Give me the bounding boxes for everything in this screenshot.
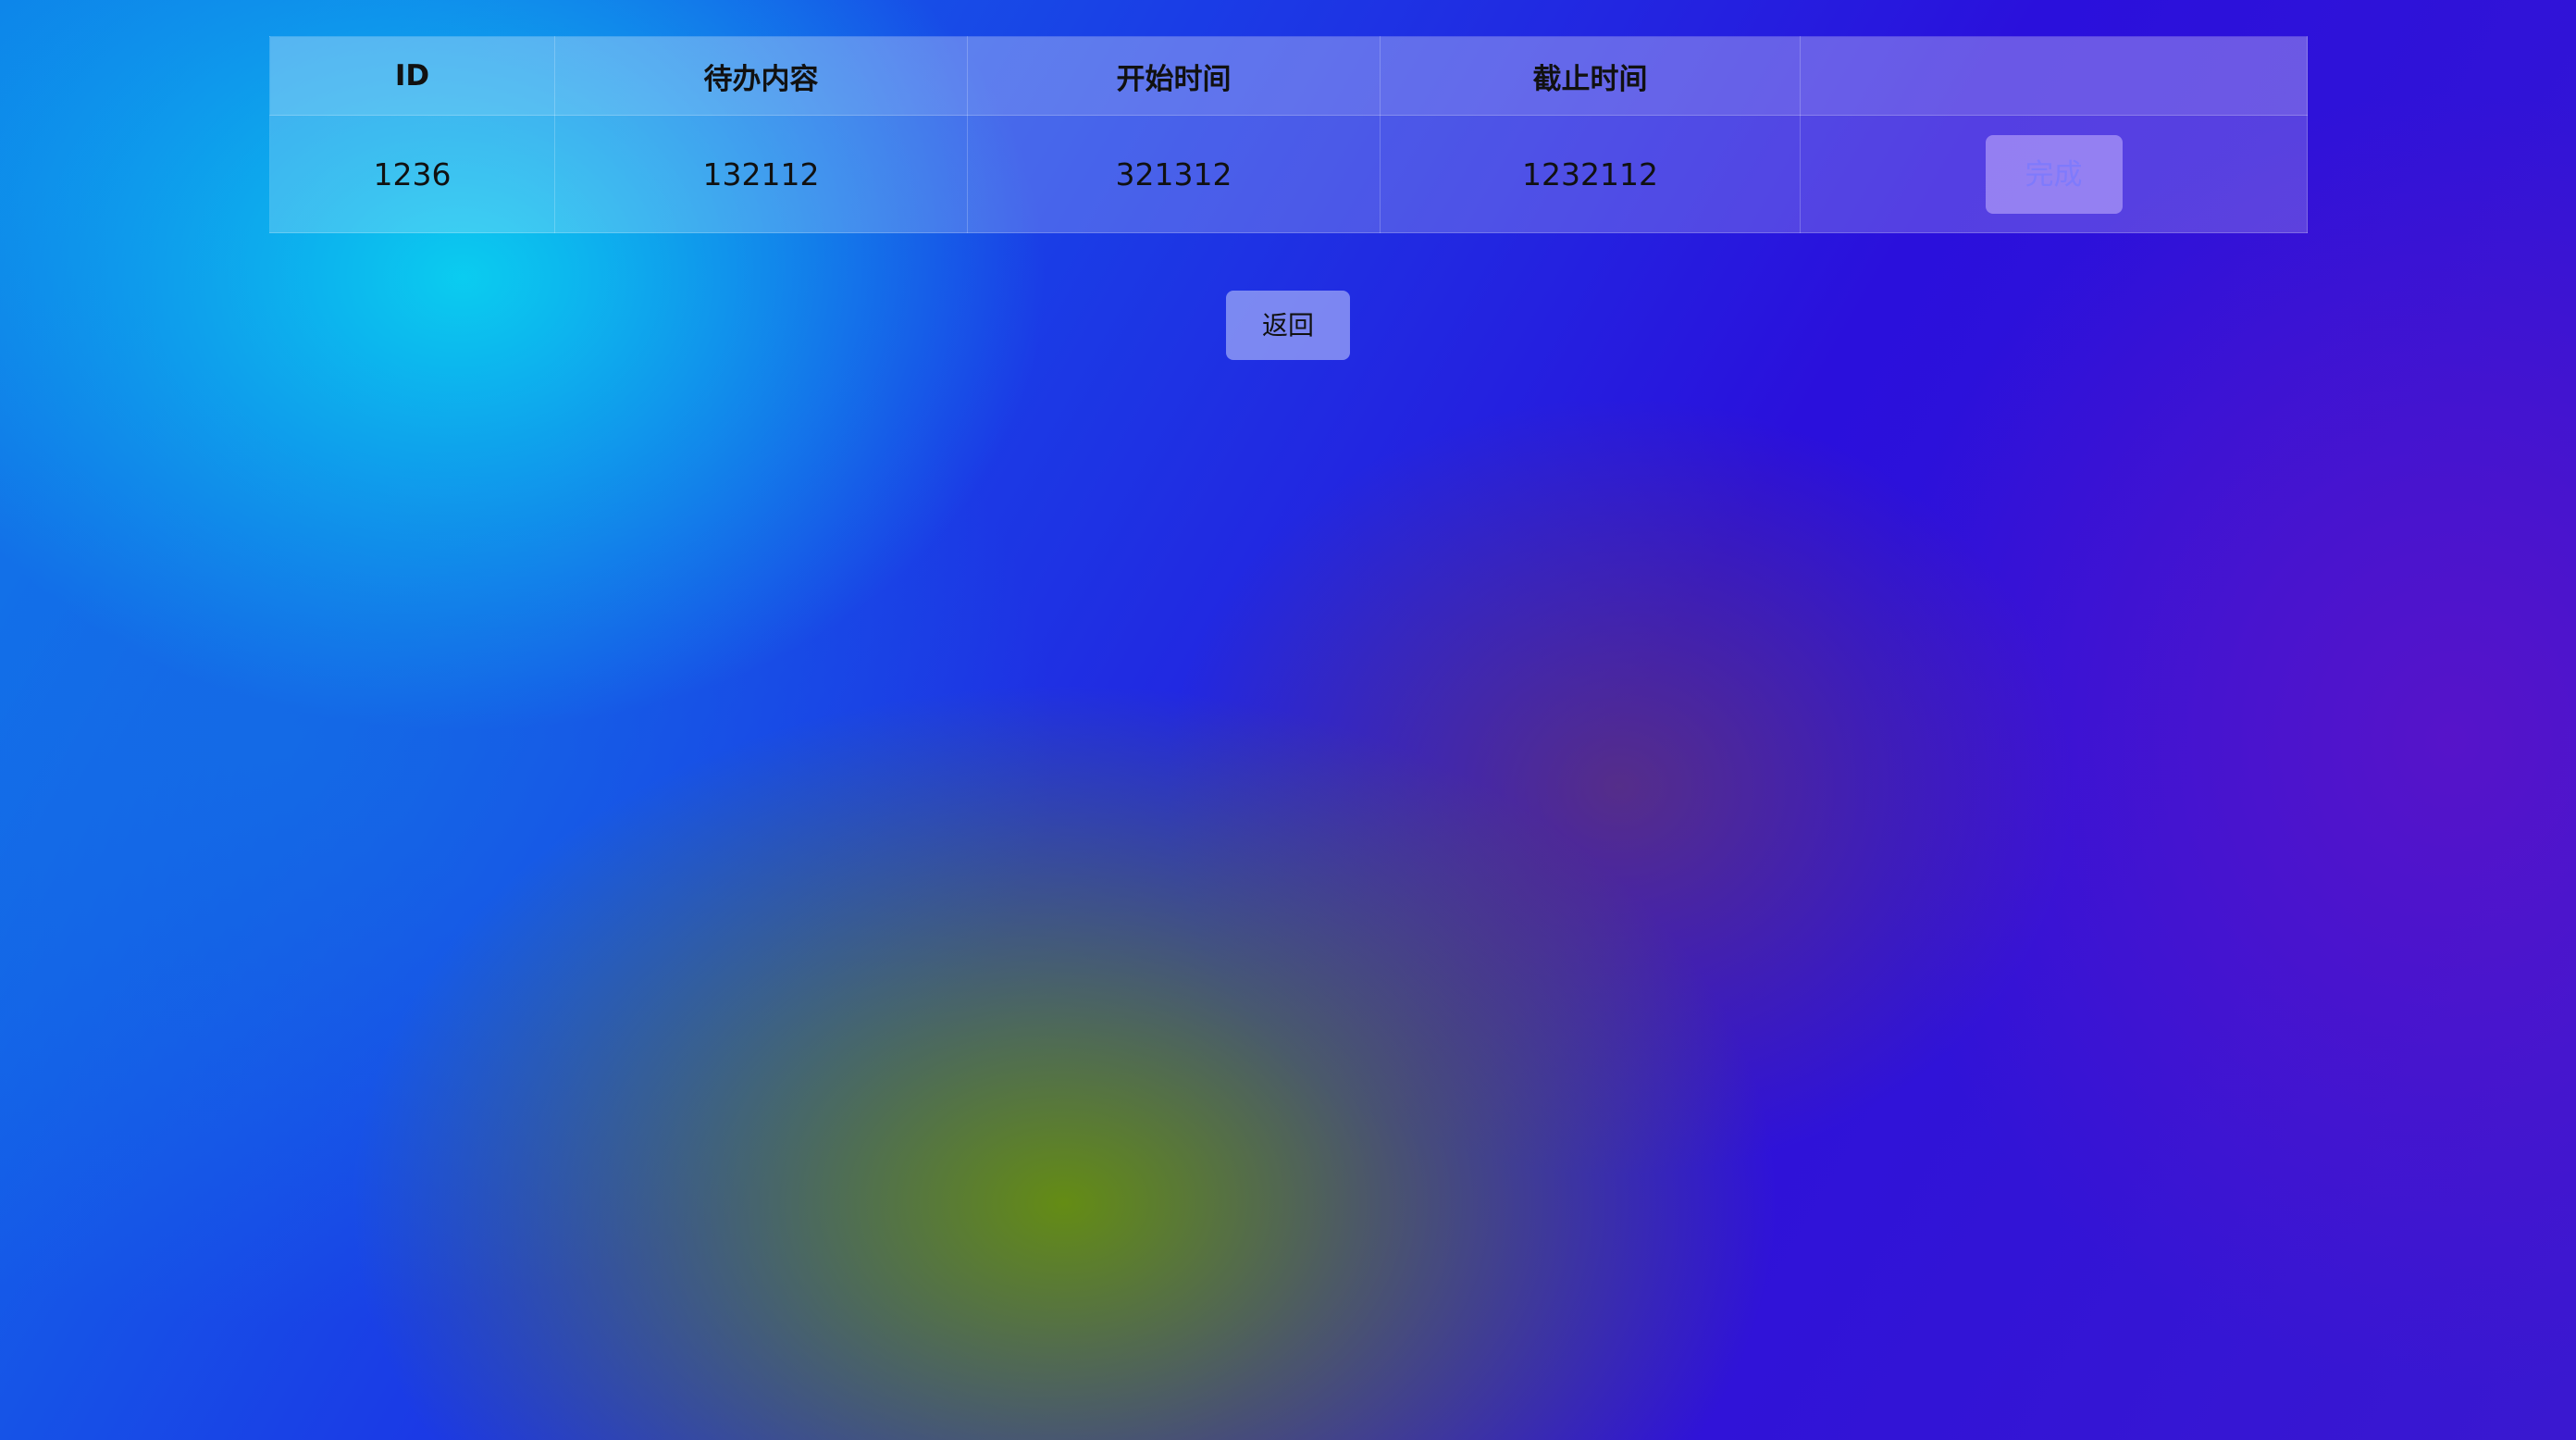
todo-table-container: ID 待办内容 开始时间 截止时间 1236 132112 321312 123…	[269, 36, 2308, 233]
cell-action: 完成	[1800, 115, 2308, 233]
header-action	[1800, 36, 2308, 116]
back-button[interactable]: 返回	[1226, 291, 1350, 360]
table-row: 1236 132112 321312 1232112 完成	[269, 115, 2308, 233]
todo-table: ID 待办内容 开始时间 截止时间 1236 132112 321312 123…	[269, 36, 2308, 233]
cell-id: 1236	[269, 115, 555, 233]
complete-button[interactable]: 完成	[1985, 134, 2123, 214]
header-row: ID 待办内容 开始时间 截止时间	[269, 36, 2308, 116]
header-end-time: 截止时间	[1380, 36, 1801, 116]
table-body: 1236 132112 321312 1232112 完成	[269, 115, 2308, 233]
header-start-time: 开始时间	[967, 36, 1381, 116]
cell-content: 132112	[554, 115, 968, 233]
cell-end-time: 1232112	[1380, 115, 1801, 233]
table-header: ID 待办内容 开始时间 截止时间	[269, 36, 2308, 116]
header-content: 待办内容	[554, 36, 968, 116]
header-id: ID	[269, 36, 555, 116]
cell-start-time: 321312	[967, 115, 1381, 233]
